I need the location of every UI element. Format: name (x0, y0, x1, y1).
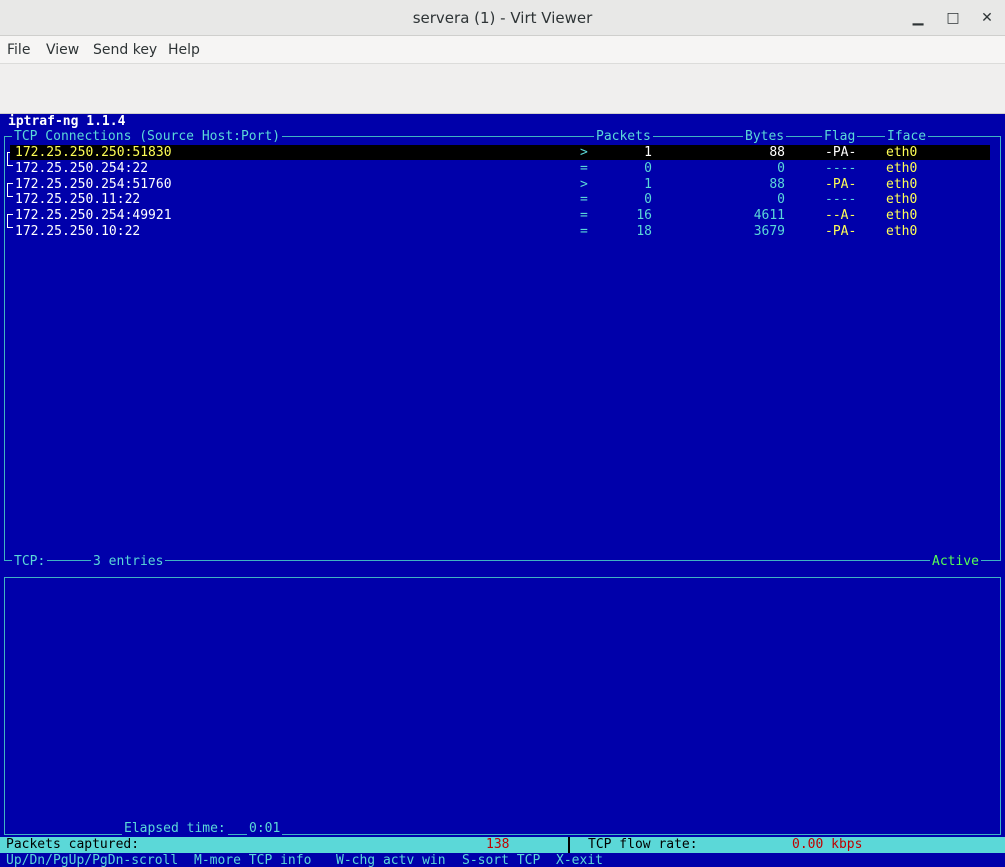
header-packets: Packets (594, 129, 653, 144)
help-chg: W-chg actv win (336, 853, 446, 867)
row-iface: eth0 (886, 177, 918, 192)
row-bytes: 3679 (753, 224, 785, 239)
flow-rate-value: 0.00 kbps (792, 837, 863, 852)
row-iface: eth0 (886, 224, 918, 239)
row-iface: eth0 (886, 145, 918, 160)
help-exit: X-exit (556, 853, 603, 867)
row-flag: -PA- (825, 224, 857, 239)
help-scroll: Up/Dn/PgUp/PgDn-scroll (6, 853, 179, 867)
tcp-detail-pane[interactable] (4, 577, 1001, 835)
table-row[interactable]: 172.25.250.254:22 = 0 0 ---- eth0 (10, 161, 990, 176)
row-packets: 1 (644, 145, 652, 160)
help-line: Up/Dn/PgUp/PgDn-scroll M-more TCP info W… (0, 853, 1005, 867)
active-indicator: Active (930, 554, 981, 569)
row-flag: --A- (825, 208, 857, 223)
header-iface: Iface (885, 129, 929, 144)
row-packets: 1 (644, 177, 652, 192)
app-name: iptraf-ng 1.1.4 (8, 114, 126, 129)
row-flag: -PA- (825, 145, 857, 160)
minimize-icon[interactable]: ▁ (908, 8, 928, 28)
row-iface: eth0 (886, 161, 918, 176)
help-more: M-more TCP info (194, 853, 312, 867)
row-host: 172.25.250.250:51830 (15, 145, 172, 160)
window-title: servera (1) - Virt Viewer (412, 9, 593, 27)
elapsed-label: Elapsed time: (122, 821, 228, 836)
row-packets: 16 (636, 208, 652, 223)
table-row[interactable]: 172.25.250.10:22 = 18 3679 -PA- eth0 (10, 224, 990, 239)
row-bytes: 0 (777, 161, 785, 176)
row-packets: 0 (644, 161, 652, 176)
packets-captured-label: Packets captured: (6, 837, 140, 852)
row-bytes: 0 (777, 192, 785, 207)
row-host: 172.25.250.254:51760 (15, 177, 172, 192)
flow-rate-label: TCP flow rate: (588, 837, 698, 852)
header-connections: TCP Connections (Source Host:Port) (12, 129, 283, 144)
menu-view[interactable]: View (46, 42, 79, 58)
row-flag: -PA- (825, 177, 857, 192)
elapsed-value: 0:01 (247, 821, 283, 836)
table-row[interactable]: 172.25.250.254:49921 = 16 4611 --A- eth0 (10, 208, 990, 223)
tcp-entries: 3 entries (91, 554, 166, 569)
window-titlebar: servera (1) - Virt Viewer ▁ □ ✕ (0, 0, 1005, 36)
table-row[interactable]: 172.25.250.11:22 = 0 0 ---- eth0 (10, 192, 990, 207)
header-bytes: Bytes (743, 129, 787, 144)
status-line: Packets captured: 138 TCP flow rate: 0.0… (0, 837, 1005, 853)
row-bytes: 88 (769, 145, 785, 160)
table-row[interactable]: 172.25.250.254:51760 > 1 88 -PA- eth0 (10, 177, 990, 192)
row-iface: eth0 (886, 192, 918, 207)
menu-file[interactable]: File (7, 42, 30, 58)
menu-help[interactable]: Help (168, 42, 200, 58)
guest-console[interactable]: iptraf-ng 1.1.4 TCP Connections (Source … (0, 114, 1005, 867)
close-icon[interactable]: ✕ (977, 8, 997, 28)
row-packets: 0 (644, 192, 652, 207)
row-flag: ---- (825, 161, 857, 176)
tcp-label: TCP: (12, 554, 48, 569)
row-bytes: 88 (769, 177, 785, 192)
help-sort: S-sort TCP (462, 853, 541, 867)
row-host: 172.25.250.254:22 (15, 161, 149, 176)
toolbar (0, 64, 1005, 114)
menu-send-key[interactable]: Send key (93, 42, 157, 58)
row-host: 172.25.250.11:22 (15, 192, 141, 207)
maximize-icon[interactable]: □ (943, 8, 963, 28)
table-row[interactable]: 172.25.250.250:51830 > 1 88 -PA- eth0 (10, 145, 990, 160)
menubar: File View Send key Help (0, 36, 1005, 64)
packets-captured-value: 138 (486, 837, 510, 852)
row-host: 172.25.250.254:49921 (15, 208, 172, 223)
row-flag: ---- (825, 192, 857, 207)
row-host: 172.25.250.10:22 (15, 224, 141, 239)
row-bytes: 4611 (753, 208, 785, 223)
header-flag: Flag (822, 129, 858, 144)
status-separator (568, 837, 570, 853)
row-packets: 18 (636, 224, 652, 239)
row-iface: eth0 (886, 208, 918, 223)
